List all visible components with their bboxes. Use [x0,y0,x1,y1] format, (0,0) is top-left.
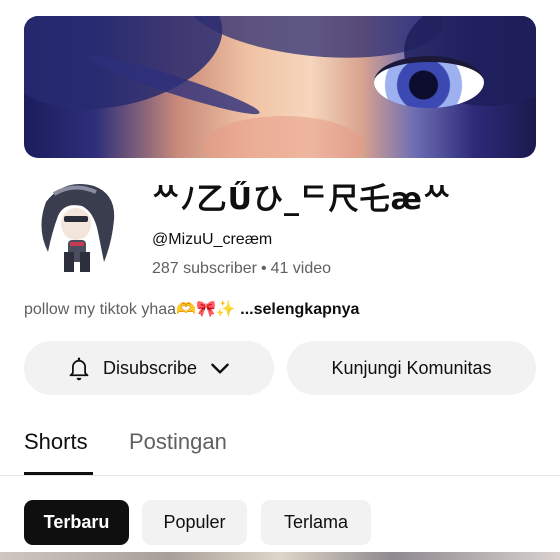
description-more-link[interactable]: ...selengkapnya [240,301,359,318]
description-text: pollow my tiktok yhaa🫶🎀✨ [24,301,236,318]
subscribe-button-label: Disubscribe [102,357,198,378]
bell-icon [65,354,93,382]
filter-chip-terbaru[interactable]: Terbaru [24,500,129,545]
visit-community-button[interactable]: Kunjungi Komunitas [287,341,536,395]
channel-name: ᄊﾉ乙Űひ_ᄃ尺乇æᄊ [152,182,452,217]
chevron-down-icon [207,355,233,381]
stats-separator: • [260,260,267,277]
channel-description[interactable]: pollow my tiktok yhaa🫶🎀✨ ...selengkapnya [24,300,359,320]
banner-art-cheek [204,116,364,158]
banner-art-eye [374,56,484,108]
channel-banner [24,16,536,158]
shorts-thumbnail-row[interactable] [0,552,560,560]
filter-chip-populer[interactable]: Populer [142,500,247,545]
tab-postingan[interactable]: Postingan [129,428,227,456]
channel-tabs: Shorts Postingan [0,420,560,476]
filter-chip-terlama[interactable]: Terlama [261,500,371,545]
video-count: 41 video [270,260,332,277]
channel-handle: @MizuU_creæm [152,231,273,248]
tab-selected-indicator [24,472,93,475]
tab-shorts[interactable]: Shorts [24,428,88,456]
subscribe-button[interactable]: Disubscribe [24,341,274,395]
channel-stats: 287 subscriber • 41 video [152,259,331,279]
visit-community-label: Kunjungi Komunitas [331,357,492,378]
channel-avatar[interactable] [24,172,128,276]
subscriber-count: 287 subscriber [152,260,257,277]
